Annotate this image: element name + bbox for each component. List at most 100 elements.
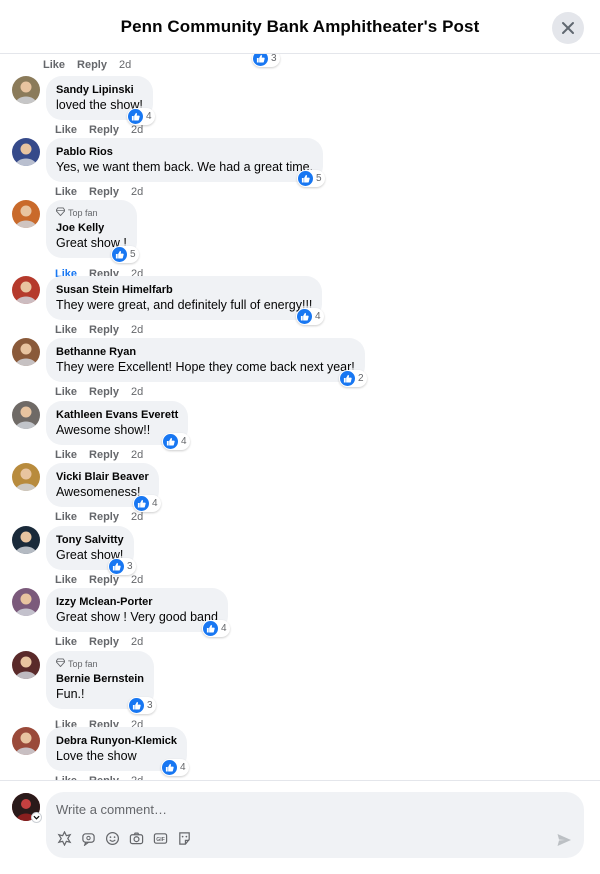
reaction-count-value: 4: [181, 436, 187, 447]
close-icon: [562, 22, 574, 34]
like-link[interactable]: Like: [43, 59, 65, 71]
like-reaction-icon: [203, 621, 218, 636]
reaction-count-value: 4: [146, 111, 152, 122]
reaction-count-value: 4: [152, 498, 158, 509]
comment-input[interactable]: [56, 799, 556, 819]
reaction-count[interactable]: 4: [202, 620, 230, 637]
like-link[interactable]: Like: [55, 124, 77, 136]
comment-bubble: Bethanne Ryan They were Excellent! Hope t…: [46, 338, 365, 382]
like-link[interactable]: Like: [55, 574, 77, 586]
close-button[interactable]: [552, 12, 584, 44]
reaction-count-value: 3: [271, 54, 277, 64]
comment-actions: Like Reply 2d: [43, 59, 131, 71]
reaction-count[interactable]: 2: [339, 370, 367, 387]
like-reaction-icon: [112, 247, 127, 262]
comment-time[interactable]: 2d: [131, 636, 143, 648]
like-link[interactable]: Like: [55, 186, 77, 198]
avatar[interactable]: [12, 200, 40, 228]
reaction-count-value: 4: [315, 311, 321, 322]
like-reaction-icon: [129, 698, 144, 713]
reaction-count[interactable]: 4: [296, 308, 324, 325]
avatar[interactable]: [12, 651, 40, 679]
comment-author[interactable]: Joe Kelly: [56, 221, 127, 235]
comment-text: Yes, we want them back. We had a great t…: [56, 160, 314, 174]
reaction-count[interactable]: 3: [252, 54, 280, 67]
avatar[interactable]: [12, 76, 40, 104]
reply-link[interactable]: Reply: [89, 574, 119, 586]
like-link[interactable]: Like: [55, 449, 77, 461]
comment-bubble: Pablo Rios Yes, we want them back. We had…: [46, 138, 324, 182]
send-icon[interactable]: [556, 832, 572, 848]
comment-time[interactable]: 2d: [131, 449, 143, 461]
reaction-count[interactable]: 3: [108, 558, 136, 575]
sticker-icon[interactable]: [176, 830, 192, 846]
comment-author[interactable]: Sandy Lipinski: [56, 83, 143, 97]
like-reaction-icon: [298, 171, 313, 186]
reply-link[interactable]: Reply: [89, 324, 119, 336]
comment-time[interactable]: 2d: [131, 124, 143, 136]
reaction-count[interactable]: 3: [128, 697, 156, 714]
comment-bubble: Susan Stein Himelfarb They were great, an…: [46, 276, 323, 320]
comment-actions: Like Reply 2d: [55, 386, 143, 398]
reply-link[interactable]: Reply: [89, 449, 119, 461]
avatar[interactable]: [12, 338, 40, 366]
comment-author[interactable]: Bernie Bernstein: [56, 672, 144, 686]
avatar[interactable]: [12, 138, 40, 166]
reaction-count-value: 5: [130, 249, 136, 260]
like-reaction-icon: [128, 109, 143, 124]
comment-actions: Like Reply 2d: [55, 186, 143, 198]
camera-icon[interactable]: [128, 830, 144, 846]
avatar[interactable]: [12, 588, 40, 616]
avatar-sticker-icon[interactable]: [56, 830, 72, 846]
avatar[interactable]: [12, 463, 40, 491]
reaction-count[interactable]: 4: [161, 759, 189, 776]
reply-link[interactable]: Reply: [89, 386, 119, 398]
comment-author[interactable]: Kathleen Evans Everett: [56, 408, 178, 422]
reaction-count[interactable]: 4: [127, 108, 155, 125]
comment-icon[interactable]: [80, 830, 96, 846]
reaction-count[interactable]: 5: [297, 170, 325, 187]
reaction-count-value: 3: [127, 561, 133, 572]
avatar[interactable]: [12, 276, 40, 304]
comment-author[interactable]: Vicki Blair Beaver: [56, 470, 149, 484]
reply-link[interactable]: Reply: [89, 186, 119, 198]
gif-icon[interactable]: GIF: [152, 830, 168, 846]
comment-time[interactable]: 2d: [131, 511, 143, 523]
comment-time[interactable]: 2d: [131, 574, 143, 586]
like-reaction-icon: [297, 309, 312, 324]
reaction-count-value: 3: [147, 700, 153, 711]
avatar[interactable]: [12, 526, 40, 554]
reaction-count[interactable]: 5: [111, 246, 139, 263]
avatar[interactable]: [12, 727, 40, 755]
emoji-icon[interactable]: [104, 830, 120, 846]
reply-link[interactable]: Reply: [77, 59, 107, 71]
diamond-icon: [55, 658, 66, 669]
comment-author[interactable]: Susan Stein Himelfarb: [56, 283, 312, 297]
comment-author[interactable]: Bethanne Ryan: [56, 345, 355, 359]
reply-link[interactable]: Reply: [89, 636, 119, 648]
comment-time[interactable]: 2d: [119, 59, 131, 71]
comment-text: Awesome show!!: [56, 423, 151, 437]
like-link[interactable]: Like: [55, 511, 77, 523]
chevron-down-icon[interactable]: [31, 812, 42, 823]
modal-title: Penn Community Bank Amphitheater's Post: [120, 16, 480, 36]
reply-link[interactable]: Reply: [89, 124, 119, 136]
post-modal: Penn Community Bank Amphitheater's Post …: [0, 0, 600, 874]
comment-author[interactable]: Debra Runyon-Klemick: [56, 734, 177, 748]
like-link[interactable]: Like: [55, 636, 77, 648]
like-link[interactable]: Like: [55, 386, 77, 398]
comment-time[interactable]: 2d: [131, 386, 143, 398]
comments-list[interactable]: 3 Like Reply 2d Sandy Lipinski loved the …: [0, 54, 600, 780]
modal-header: Penn Community Bank Amphitheater's Post: [0, 0, 600, 54]
composer-tools: GIF: [56, 830, 192, 846]
comment-author[interactable]: Izzy Mclean-Porter: [56, 595, 218, 609]
reaction-count[interactable]: 4: [162, 433, 190, 450]
like-link[interactable]: Like: [55, 324, 77, 336]
comment-time[interactable]: 2d: [131, 324, 143, 336]
reply-link[interactable]: Reply: [89, 511, 119, 523]
comment-author[interactable]: Tony Salvitty: [56, 533, 124, 547]
comment-time[interactable]: 2d: [131, 186, 143, 198]
avatar[interactable]: [12, 401, 40, 429]
reaction-count[interactable]: 4: [133, 495, 161, 512]
comment-author[interactable]: Pablo Rios: [56, 145, 313, 159]
